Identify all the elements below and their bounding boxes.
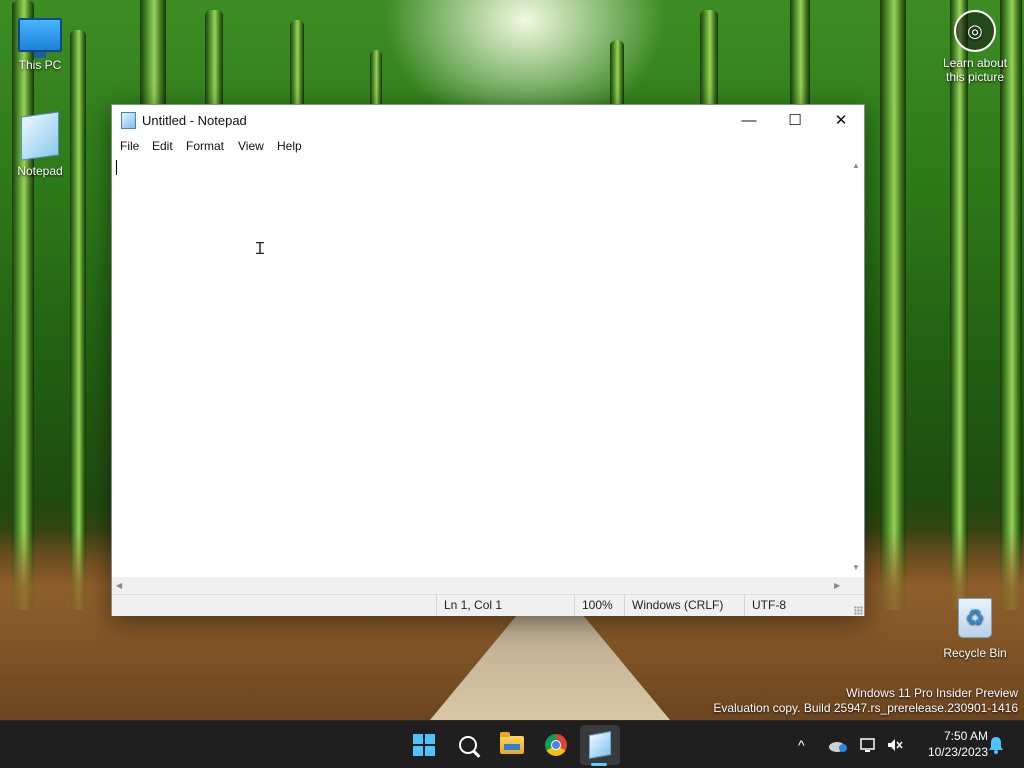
windows-logo-icon	[413, 734, 435, 756]
horizontal-scrollbar[interactable]: ◀ ▶	[112, 577, 847, 594]
bell-icon	[989, 737, 1003, 754]
minimize-icon: —	[741, 111, 757, 129]
bamboo-stalk	[880, 0, 906, 610]
vertical-scrollbar[interactable]: ▲ ▼	[847, 157, 864, 577]
bamboo-stalk	[950, 0, 968, 610]
scroll-left-icon[interactable]: ◀	[116, 581, 122, 590]
recycle-bin-icon: ♻	[958, 598, 992, 638]
status-line-ending: Windows (CRLF)	[624, 595, 744, 616]
notepad-icon	[589, 731, 611, 759]
chevron-up-icon: ^	[798, 737, 805, 753]
maximize-icon: ☐	[788, 112, 802, 129]
folder-icon	[500, 732, 524, 754]
close-icon: ✕	[834, 112, 848, 129]
desktop-icon-notepad[interactable]: Notepad	[0, 108, 80, 178]
learn-about-picture[interactable]: ◎ Learn about this picture	[935, 10, 1015, 84]
notepad-taskbar-button[interactable]	[580, 725, 620, 765]
close-button[interactable]: ✕	[818, 105, 864, 135]
scrollbar-corner	[847, 577, 864, 594]
minimize-button[interactable]: —	[726, 105, 772, 135]
status-position: Ln 1, Col 1	[436, 595, 574, 616]
title-bar[interactable]: Untitled - Notepad — ☐ ✕	[112, 105, 864, 135]
start-button[interactable]	[404, 725, 444, 765]
desktop-icon-this-pc[interactable]: This PC	[0, 8, 80, 72]
learn-line-1: Learn about	[942, 56, 1008, 70]
scroll-down-icon[interactable]: ▼	[852, 563, 860, 572]
monitor-icon	[18, 18, 62, 58]
chrome-icon	[545, 734, 567, 756]
taskbar: ^ 7:50 AM 10/23/2023	[0, 720, 1024, 768]
desktop-icon-label: Notepad	[17, 164, 63, 178]
menu-edit[interactable]: Edit	[152, 139, 173, 153]
volume-muted-icon	[888, 739, 903, 751]
menu-help[interactable]: Help	[277, 139, 302, 153]
chrome-button[interactable]	[536, 725, 576, 765]
network-button[interactable]	[860, 721, 878, 768]
file-explorer-button[interactable]	[492, 725, 532, 765]
notepad-icon	[21, 111, 59, 161]
bamboo-stalk	[1000, 0, 1022, 610]
network-icon	[860, 738, 875, 752]
text-editor[interactable]	[112, 157, 847, 577]
status-encoding: UTF-8	[744, 595, 844, 616]
search-button[interactable]	[448, 725, 488, 765]
notifications-button[interactable]	[988, 721, 1004, 768]
menu-file[interactable]: File	[120, 139, 139, 153]
status-zoom: 100%	[574, 595, 624, 616]
menu-bar: File Edit Format View Help	[112, 135, 864, 157]
show-hidden-icons-button[interactable]: ^	[798, 721, 805, 768]
notepad-icon	[121, 112, 136, 129]
active-indicator	[591, 763, 607, 766]
maximize-button[interactable]: ☐	[772, 105, 818, 135]
clock[interactable]: 7:50 AM 10/23/2023	[912, 728, 988, 760]
camera-icon: ◎	[954, 10, 996, 52]
menu-view[interactable]: View	[238, 139, 264, 153]
clock-date: 10/23/2023	[927, 745, 988, 759]
resize-grip-icon[interactable]	[854, 606, 863, 615]
onedrive-button[interactable]	[828, 721, 848, 768]
scroll-right-icon[interactable]: ▶	[834, 581, 840, 590]
build-watermark: Windows 11 Pro Insider Preview Evaluatio…	[713, 686, 1018, 716]
text-caret	[116, 160, 117, 175]
search-icon	[459, 736, 477, 754]
volume-button[interactable]	[886, 721, 904, 768]
scroll-up-icon[interactable]: ▲	[852, 161, 860, 170]
desktop-icon-recycle-bin[interactable]: ♻ Recycle Bin	[935, 598, 1015, 660]
watermark-line-1: Windows 11 Pro Insider Preview	[846, 686, 1018, 700]
window-title: Untitled - Notepad	[142, 113, 247, 128]
status-bar: Ln 1, Col 1 100% Windows (CRLF) UTF-8	[112, 594, 864, 616]
menu-format[interactable]: Format	[186, 139, 224, 153]
learn-line-2: this picture	[945, 70, 1005, 84]
cloud-sync-icon	[829, 742, 847, 752]
watermark-line-2: Evaluation copy. Build 25947.rs_prerelea…	[713, 701, 1018, 715]
desktop-icon-label: This PC	[18, 58, 62, 72]
desktop-icon-label: Recycle Bin	[943, 646, 1007, 660]
notepad-window: Untitled - Notepad — ☐ ✕ File Edit Forma…	[111, 104, 865, 616]
clock-time: 7:50 AM	[943, 729, 988, 743]
bamboo-stalk	[12, 0, 34, 610]
